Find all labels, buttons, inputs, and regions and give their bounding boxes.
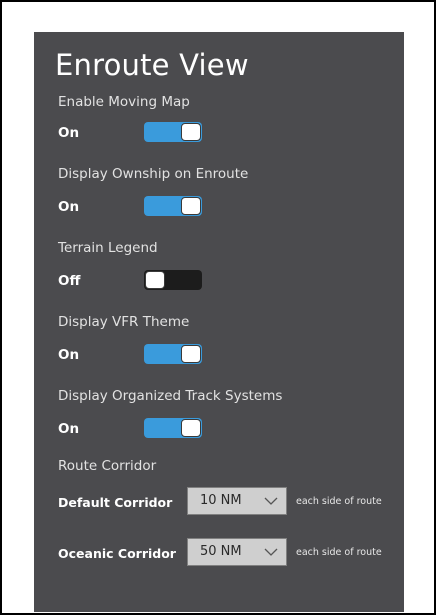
window-frame: Enroute View Enable Moving Map On Displa… xyxy=(0,0,436,615)
oceanic-corridor-value: 50 NM xyxy=(200,544,242,559)
setting-state-organized-tracks: On xyxy=(58,421,80,437)
default-corridor-label: Default Corridor xyxy=(58,495,173,510)
setting-label-terrain-legend: Terrain Legend xyxy=(58,240,158,256)
moving-map-toggle[interactable] xyxy=(144,122,202,142)
toggle-knob xyxy=(181,197,201,215)
oceanic-corridor-dropdown[interactable]: 50 NM xyxy=(187,538,287,566)
default-corridor-dropdown[interactable]: 10 NM xyxy=(187,487,287,515)
organized-tracks-toggle[interactable] xyxy=(144,418,202,438)
vfr-theme-toggle[interactable] xyxy=(144,344,202,364)
oceanic-corridor-label: Oceanic Corridor xyxy=(58,546,176,561)
default-corridor-value: 10 NM xyxy=(200,493,242,508)
terrain-legend-toggle[interactable] xyxy=(144,270,202,290)
setting-label-ownship: Display Ownship on Enroute xyxy=(58,166,249,182)
toggle-knob xyxy=(181,123,201,141)
toggle-knob xyxy=(145,271,165,289)
toggle-knob xyxy=(181,345,201,363)
setting-state-ownship: On xyxy=(58,199,80,215)
oceanic-corridor-suffix: each side of route xyxy=(296,547,382,558)
page-title: Enroute View xyxy=(55,48,249,82)
toggle-knob xyxy=(181,419,201,437)
enroute-view-panel: Enroute View Enable Moving Map On Displa… xyxy=(34,32,404,612)
setting-label-organized-tracks: Display Organized Track Systems xyxy=(58,388,283,404)
route-corridor-heading: Route Corridor xyxy=(58,458,157,474)
default-corridor-suffix: each side of route xyxy=(296,496,382,507)
setting-state-vfr-theme: On xyxy=(58,347,80,363)
setting-label-moving-map: Enable Moving Map xyxy=(58,94,190,110)
chevron-down-icon xyxy=(264,497,278,505)
setting-state-terrain-legend: Off xyxy=(58,273,81,289)
ownship-toggle[interactable] xyxy=(144,196,202,216)
setting-state-moving-map: On xyxy=(58,125,80,141)
setting-label-vfr-theme: Display VFR Theme xyxy=(58,314,190,330)
chevron-down-icon xyxy=(264,548,278,556)
